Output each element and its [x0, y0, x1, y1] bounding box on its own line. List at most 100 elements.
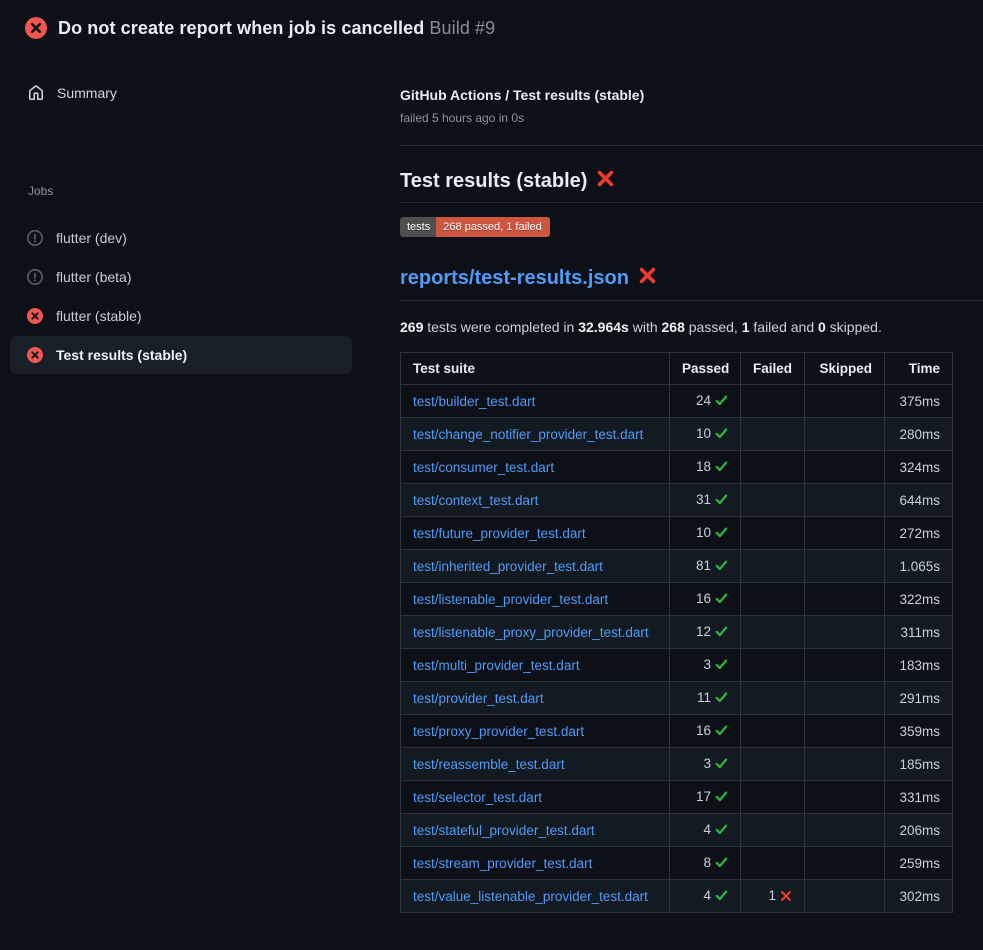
skipped-count: [805, 781, 885, 814]
passed-count: 10: [696, 525, 711, 540]
test-suite-link[interactable]: test/future_provider_test.dart: [413, 526, 586, 541]
table-row: test/listenable_provider_test.dart 16 32…: [401, 583, 953, 616]
test-suite-link[interactable]: test/selector_test.dart: [413, 790, 542, 805]
test-suite-link[interactable]: test/listenable_provider_test.dart: [413, 592, 608, 607]
alert-circle-icon: [27, 269, 43, 285]
table-row: test/reassemble_test.dart 3 185ms: [401, 748, 953, 781]
sidebar: Summary Jobs flutter (dev) flutter (beta…: [0, 56, 396, 950]
check-icon: [715, 724, 728, 740]
passed-count: 17: [696, 789, 711, 804]
skipped-count: [805, 715, 885, 748]
time-value: 359ms: [885, 715, 953, 748]
time-value: 272ms: [885, 517, 953, 550]
time-value: 302ms: [885, 880, 953, 913]
table-row: test/selector_test.dart 17 331ms: [401, 781, 953, 814]
check-icon: [715, 658, 728, 674]
skipped-count: [805, 814, 885, 847]
table-row: test/multi_provider_test.dart 3 183ms: [401, 649, 953, 682]
section-title: Test results (stable): [400, 170, 587, 193]
col-header-time: Time: [885, 353, 953, 385]
cross-mark-icon: [596, 169, 615, 193]
page-title: Do not create report when job is cancell…: [58, 18, 495, 39]
sidebar-item-job[interactable]: flutter (dev): [10, 219, 352, 257]
test-suite-link[interactable]: test/value_listenable_provider_test.dart: [413, 889, 648, 904]
divider: [400, 145, 983, 146]
test-suite-link[interactable]: test/provider_test.dart: [413, 691, 544, 706]
x-icon: [780, 890, 792, 905]
test-suite-link[interactable]: test/context_test.dart: [413, 493, 538, 508]
check-icon: [715, 757, 728, 773]
test-suite-link[interactable]: test/listenable_proxy_provider_test.dart: [413, 625, 649, 640]
alert-circle-icon: [27, 230, 43, 246]
col-header-skipped: Skipped: [805, 353, 885, 385]
test-suite-link[interactable]: test/inherited_provider_test.dart: [413, 559, 603, 574]
time-value: 280ms: [885, 418, 953, 451]
passed-count: 8: [703, 855, 711, 870]
skipped-count: [805, 616, 885, 649]
check-icon: [715, 592, 728, 608]
report-title-row: reports/test-results.json: [400, 266, 983, 301]
job-label: flutter (stable): [56, 308, 142, 324]
tests-badge: tests 268 passed, 1 failed: [400, 217, 550, 237]
time-value: 1.065s: [885, 550, 953, 583]
time-value: 206ms: [885, 814, 953, 847]
test-suite-link[interactable]: test/builder_test.dart: [413, 394, 535, 409]
test-suite-link[interactable]: test/reassemble_test.dart: [413, 757, 565, 772]
passed-count: 18: [696, 459, 711, 474]
check-icon: [715, 790, 728, 806]
time-value: 185ms: [885, 748, 953, 781]
x-circle-icon: [27, 308, 43, 324]
table-row: test/provider_test.dart 11 291ms: [401, 682, 953, 715]
x-circle-icon: [27, 347, 43, 363]
job-label: flutter (beta): [56, 269, 131, 285]
failed-count: 1: [768, 888, 776, 903]
job-label: flutter (dev): [56, 230, 127, 246]
test-suite-link[interactable]: test/consumer_test.dart: [413, 460, 554, 475]
test-suite-link[interactable]: test/change_notifier_provider_test.dart: [413, 427, 643, 442]
test-suite-link[interactable]: test/multi_provider_test.dart: [413, 658, 580, 673]
table-row: test/change_notifier_provider_test.dart …: [401, 418, 953, 451]
home-icon: [10, 85, 44, 101]
check-icon: [715, 394, 728, 410]
test-suite-link[interactable]: test/stream_provider_test.dart: [413, 856, 592, 871]
check-icon: [715, 460, 728, 476]
table-body: test/builder_test.dart 24 375ms test/cha…: [401, 385, 953, 913]
time-value: 259ms: [885, 847, 953, 880]
col-header-test-suite: Test suite: [401, 353, 670, 385]
check-icon: [715, 526, 728, 542]
sidebar-item-job[interactable]: flutter (beta): [10, 258, 352, 296]
col-header-passed: Passed: [670, 353, 741, 385]
section-title-row: Test results (stable): [400, 169, 983, 203]
skipped-count: [805, 880, 885, 913]
sidebar-item-job[interactable]: flutter (stable): [10, 297, 352, 335]
test-suite-link[interactable]: test/proxy_provider_test.dart: [413, 724, 584, 739]
table-row: test/stream_provider_test.dart 8 259ms: [401, 847, 953, 880]
passed-count: 10: [696, 426, 711, 441]
build-header: Do not create report when job is cancell…: [0, 0, 983, 56]
passed-count: 24: [696, 393, 711, 408]
test-suite-link[interactable]: test/stateful_provider_test.dart: [413, 823, 595, 838]
skipped-count: [805, 484, 885, 517]
passed-count: 4: [703, 822, 711, 837]
table-row: test/context_test.dart 31 644ms: [401, 484, 953, 517]
report-file-link[interactable]: reports/test-results.json: [400, 267, 629, 290]
skipped-count: [805, 748, 885, 781]
sidebar-item-job[interactable]: Test results (stable): [10, 336, 352, 374]
passed-count: 3: [703, 657, 711, 672]
table-row: test/stateful_provider_test.dart 4 206ms: [401, 814, 953, 847]
time-value: 322ms: [885, 583, 953, 616]
build-number: Build #9: [429, 18, 495, 38]
skipped-count: [805, 385, 885, 418]
sidebar-item-summary[interactable]: Summary: [10, 78, 352, 108]
table-row: test/future_provider_test.dart 10 272ms: [401, 517, 953, 550]
breadcrumb: GitHub Actions / Test results (stable): [400, 87, 644, 103]
jobs-list: flutter (dev) flutter (beta) flutter (st…: [10, 219, 352, 374]
main-content: GitHub Actions / Test results (stable) f…: [400, 56, 983, 950]
table-row: test/value_listenable_provider_test.dart…: [401, 880, 953, 913]
check-icon: [715, 559, 728, 575]
test-summary-line: 269 tests were completed in 32.964s with…: [400, 319, 882, 335]
check-icon: [715, 823, 728, 839]
badge-value: 268 passed, 1 failed: [436, 217, 549, 237]
time-value: 331ms: [885, 781, 953, 814]
run-status: failed 5 hours ago in 0s: [400, 111, 524, 125]
